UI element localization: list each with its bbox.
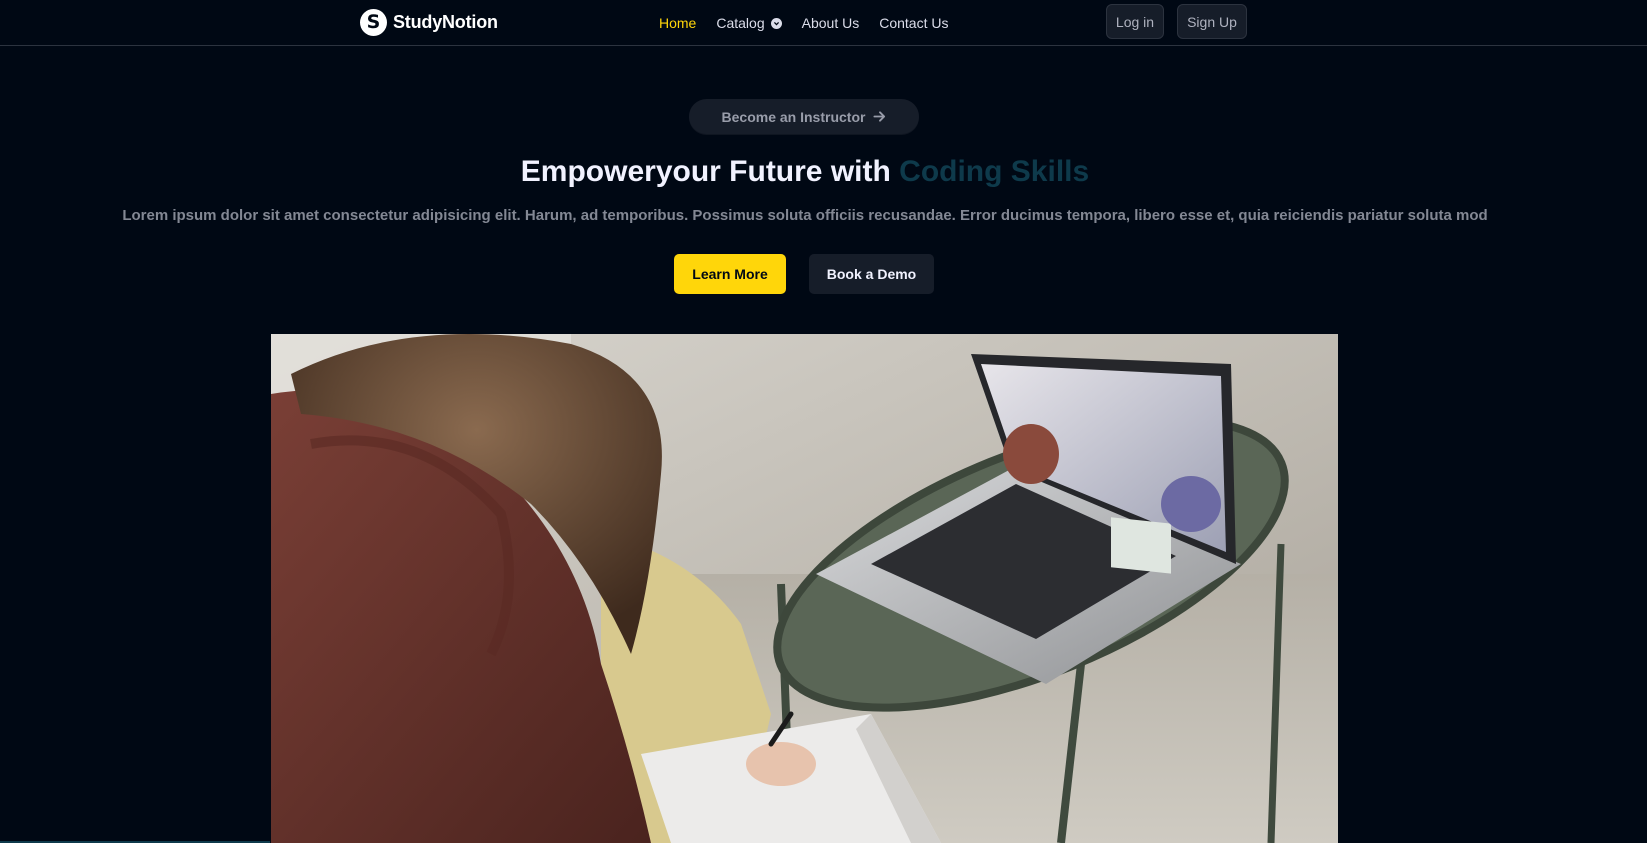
nav-item-contact[interactable]: Contact Us <box>879 15 948 31</box>
nav-item-home[interactable]: Home <box>659 15 696 31</box>
hero-video[interactable] <box>271 334 1338 843</box>
become-instructor-label: Become an Instructor <box>721 108 866 125</box>
nav-item-about[interactable]: About Us <box>802 15 860 31</box>
hero-subtext: Lorem ipsum dolor sit amet consectetur a… <box>122 207 1488 224</box>
become-instructor-button[interactable]: Become an Instructor <box>689 99 919 134</box>
nav-links: Home Catalog About Us Contact Us <box>659 13 948 33</box>
hero-headline: Empoweryour Future with Coding Skills <box>0 155 1610 189</box>
logo[interactable]: S StudyNotion <box>360 8 498 36</box>
logo-text: StudyNotion <box>393 11 498 32</box>
hero-video-frame <box>271 334 1338 843</box>
nav-item-catalog-label: Catalog <box>716 15 765 31</box>
top-navbar: S StudyNotion Home Catalog About Us Cont… <box>0 0 1647 46</box>
login-button[interactable]: Log in <box>1106 4 1164 39</box>
signup-button[interactable]: Sign Up <box>1177 4 1247 39</box>
hero-headline-prefix: Empoweryour Future with <box>520 155 900 188</box>
arrow-right-icon <box>873 111 886 122</box>
nav-item-catalog[interactable]: Catalog <box>716 15 782 31</box>
chevron-down-icon <box>770 17 782 29</box>
learn-more-button[interactable]: Learn More <box>674 254 786 294</box>
book-demo-button[interactable]: Book a Demo <box>809 254 934 294</box>
hero-headline-highlight: Coding Skills <box>899 155 1090 188</box>
logo-icon: S <box>360 8 387 36</box>
